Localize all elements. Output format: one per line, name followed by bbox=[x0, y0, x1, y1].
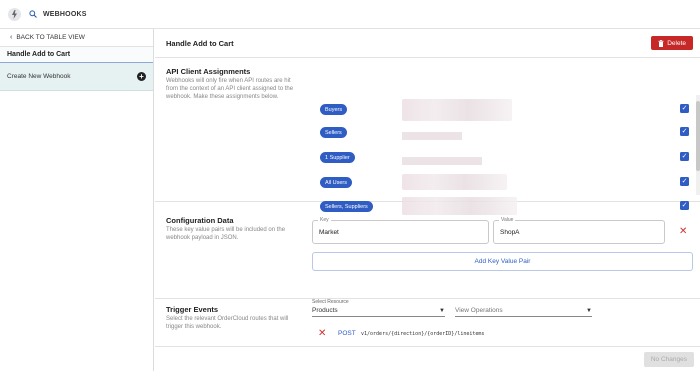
add-key-value-button[interactable]: Add Key Value Pair bbox=[312, 252, 693, 271]
back-to-table-button[interactable]: ‹ BACK TO TABLE VIEW bbox=[0, 29, 153, 47]
client-checkbox[interactable]: ✓ bbox=[680, 177, 689, 186]
redacted-area bbox=[402, 157, 482, 165]
oc-logo-icon bbox=[8, 7, 21, 21]
client-checkbox[interactable]: ✓ bbox=[680, 104, 689, 113]
main-header: Handle Add to Cart Delete bbox=[155, 29, 700, 58]
caret-down-icon: ▼ bbox=[586, 307, 592, 314]
no-changes-label: No Changes bbox=[650, 356, 687, 363]
redacted-area bbox=[402, 174, 507, 190]
api-clients-section: API Client Assignments Webhooks will onl… bbox=[155, 59, 700, 215]
value-field[interactable]: Value ShopA bbox=[493, 217, 665, 244]
trigger-events-section: Trigger Events Select the relevant Order… bbox=[155, 299, 700, 347]
client-pill: Sellers bbox=[320, 127, 347, 138]
sidebar: ‹ BACK TO TABLE VIEW Handle Add to Cart … bbox=[0, 29, 154, 371]
app-title: WEBHOOKS bbox=[43, 10, 87, 18]
client-row: Buyers ✓ bbox=[320, 99, 695, 121]
remove-pair-icon[interactable]: ✕ bbox=[679, 227, 687, 237]
sidebar-item-label: Handle Add to Cart bbox=[7, 51, 71, 58]
value-field-label: Value bbox=[499, 217, 516, 223]
chevron-left-icon: ‹ bbox=[10, 34, 13, 41]
client-row: 1 Supplier ✓ bbox=[320, 152, 695, 166]
create-webhook-button[interactable]: Create New Webhook + bbox=[0, 63, 153, 91]
value-field-value: ShopA bbox=[500, 229, 520, 236]
plus-circle-icon: + bbox=[137, 72, 146, 81]
operations-select-placeholder: View Operations bbox=[455, 307, 503, 314]
client-row: Sellers ✓ bbox=[320, 127, 695, 141]
trigger-events-description: Select the relevant OrderCloud routes th… bbox=[166, 316, 289, 330]
api-clients-title: API Client Assignments bbox=[166, 67, 251, 76]
sidebar-item-active-webhook[interactable]: Handle Add to Cart bbox=[0, 47, 153, 63]
key-field-label: Key bbox=[318, 217, 331, 223]
delete-button[interactable]: Delete bbox=[651, 36, 693, 50]
caret-down-icon: ▼ bbox=[439, 307, 445, 314]
trash-icon bbox=[658, 39, 664, 47]
scrollbar-thumb[interactable] bbox=[696, 101, 700, 171]
operations-select[interactable]: View Operations ▼ bbox=[455, 305, 592, 317]
route-path: v1/orders/{direction}/{orderID}/lineitem… bbox=[361, 331, 485, 337]
delete-label: Delete bbox=[667, 39, 686, 47]
client-list-scrollbar[interactable] bbox=[696, 95, 700, 195]
client-pill: All Users bbox=[320, 177, 353, 188]
client-pill: 1 Supplier bbox=[320, 152, 355, 163]
main-panel: Handle Add to Cart Delete API Client Ass… bbox=[155, 29, 700, 371]
key-field[interactable]: Key Market bbox=[312, 217, 489, 244]
resource-select-value: Products bbox=[312, 307, 338, 314]
remove-route-icon[interactable]: ✕ bbox=[318, 329, 326, 339]
back-label: BACK TO TABLE VIEW bbox=[16, 34, 85, 41]
configuration-section: Configuration Data These key value pairs… bbox=[155, 202, 700, 299]
client-row: All Users ✓ bbox=[320, 174, 695, 191]
no-changes-button[interactable]: No Changes bbox=[643, 352, 694, 367]
trigger-events-title: Trigger Events bbox=[166, 305, 219, 314]
configuration-description: These key value pairs will be included o… bbox=[166, 227, 286, 241]
top-bar: WEBHOOKS bbox=[0, 0, 700, 29]
configuration-title: Configuration Data bbox=[166, 216, 234, 225]
add-key-value-label: Add Key Value Pair bbox=[474, 258, 531, 265]
search-icon[interactable] bbox=[29, 10, 37, 18]
client-checkbox[interactable]: ✓ bbox=[680, 152, 689, 161]
client-pill: Buyers bbox=[320, 104, 348, 115]
key-field-value: Market bbox=[319, 229, 339, 236]
route-method: POST bbox=[338, 330, 356, 337]
client-checkbox[interactable]: ✓ bbox=[680, 127, 689, 136]
redacted-area bbox=[402, 99, 512, 121]
redacted-area bbox=[402, 132, 462, 140]
create-webhook-label: Create New Webhook bbox=[7, 73, 71, 80]
resource-select[interactable]: Products ▼ bbox=[312, 305, 445, 317]
page-title: Handle Add to Cart bbox=[166, 38, 234, 48]
api-clients-description: Webhooks will only fire when API routes … bbox=[166, 78, 294, 100]
